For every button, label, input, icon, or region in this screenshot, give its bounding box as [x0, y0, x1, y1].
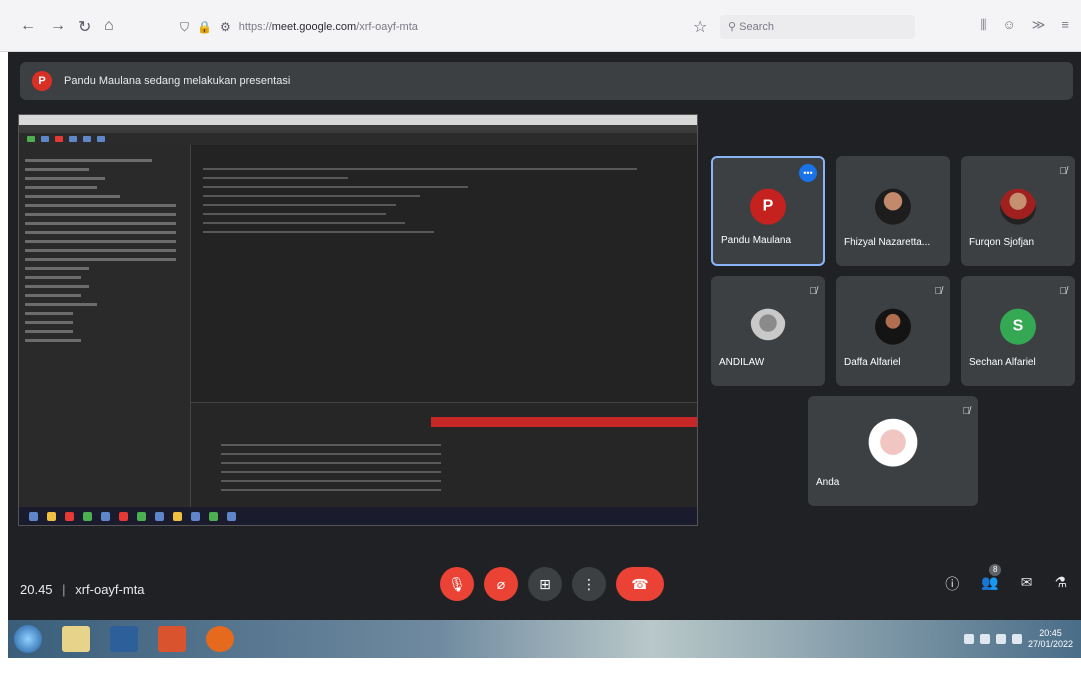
participant-name: Daffa Alfariel [844, 357, 901, 368]
taskbar-clock[interactable]: 20:45 27/01/2022 [1028, 628, 1073, 650]
meeting-info-icon[interactable]: ⓘ [945, 574, 959, 594]
search-input[interactable]: ⚲ Search [720, 15, 915, 39]
participant-tile-andilaw[interactable]: 🎙̸ ANDILAW [711, 276, 825, 386]
call-controls: 🎙 ⌀ ⊞ ⋮ ☎ [440, 567, 664, 601]
menu-icon[interactable]: ≡ [1061, 17, 1069, 33]
people-button[interactable]: 8 👥 [981, 564, 1002, 594]
ide-toolbar [19, 133, 697, 145]
url-text: https://meet.google.com/xrf-oayf-mta [238, 21, 418, 33]
more-vert-icon: ⋮ [582, 575, 596, 592]
reload-icon[interactable]: ↻ [78, 17, 91, 37]
avatar [750, 308, 786, 345]
chat-icon[interactable]: ✉ [1021, 574, 1033, 594]
people-count-badge: 8 [989, 564, 1002, 576]
extensions-icon[interactable]: ≫ [1032, 17, 1046, 33]
ide-project-tree [19, 145, 191, 507]
address-bar[interactable]: ⛉ 🔒 ⚙ https://meet.google.com/xrf-oayf-m… [180, 14, 675, 40]
banner-text: Pandu Maulana sedang melakukan presentas… [64, 75, 291, 87]
back-icon[interactable]: ← [20, 17, 36, 35]
permissions-icon[interactable]: ⚙ [220, 20, 231, 34]
media-player-icon[interactable] [110, 626, 138, 652]
powerpoint-icon[interactable] [158, 626, 186, 652]
present-button[interactable]: ⊞ [528, 567, 562, 601]
volume-icon[interactable] [995, 634, 1006, 644]
hangup-icon: ☎ [631, 575, 649, 592]
windows-taskbar: 20:45 27/01/2022 [8, 620, 1081, 658]
system-tray: 20:45 27/01/2022 [963, 628, 1073, 650]
participant-name: Furqon Sjofjan [969, 237, 1035, 248]
ide-title-bar [19, 115, 697, 125]
avatar [1000, 188, 1036, 225]
firefox-icon[interactable] [206, 626, 234, 652]
avatar [875, 308, 911, 345]
more-options-button[interactable]: ⋮ [572, 567, 606, 601]
file-explorer-icon[interactable] [62, 626, 90, 652]
battery-icon[interactable] [1011, 634, 1022, 644]
ide-editor [191, 145, 697, 402]
camera-toggle-button[interactable]: ⌀ [484, 567, 518, 601]
participant-name: Sechan Alfariel [969, 357, 1036, 368]
account-icon[interactable]: ☺ [1003, 17, 1016, 33]
participant-name: Fhizyal Nazaretta... [844, 237, 931, 248]
mic-off-icon: 🎙̸ [809, 286, 818, 297]
participant-tile-pandu[interactable]: ••• P Pandu Maulana [711, 156, 825, 266]
start-button[interactable] [14, 625, 42, 653]
network-icon[interactable] [979, 634, 990, 644]
ide-menu-bar [19, 125, 697, 133]
participant-name: Pandu Maulana [721, 235, 792, 246]
participant-name: ANDILAW [719, 357, 765, 368]
browser-toolbar: ← → ↻ ⌂ ⛉ 🔒 ⚙ https://meet.google.com/xr… [0, 0, 1081, 52]
meeting-details: 20.45 | xrf-oayf-mta [20, 582, 145, 597]
participant-tile-self[interactable]: 🎙̸ Anda [808, 396, 978, 506]
mic-off-icon: 🎙̸ [1059, 286, 1068, 297]
presenter-avatar: P [32, 71, 52, 91]
avatar: S [1000, 308, 1036, 345]
library-icon[interactable]: ⫼ [981, 17, 987, 33]
ide-output-panel [191, 402, 697, 507]
lock-icon: 🔒 [197, 20, 212, 34]
mic-off-icon: 🎙̸ [1059, 166, 1068, 177]
avatar: P [750, 188, 786, 225]
meeting-code: xrf-oayf-mta [75, 582, 145, 597]
participant-name: Anda [816, 477, 840, 488]
participant-tile-sechan[interactable]: 🎙̸ S Sechan Alfariel [961, 276, 1075, 386]
home-icon[interactable]: ⌂ [104, 17, 114, 35]
forward-icon[interactable]: → [50, 17, 66, 35]
mic-toggle-button[interactable]: 🎙 [440, 567, 474, 601]
activities-icon[interactable]: ⚗ [1054, 574, 1067, 594]
camera-off-icon: ⌀ [496, 575, 506, 592]
mic-off-icon: 🎙̸ [934, 286, 943, 297]
meeting-time: 20.45 [20, 582, 53, 597]
meet-window: P Pandu Maulana sedang melakukan present… [8, 52, 1081, 620]
shield-icon: ⛉ [180, 19, 190, 34]
search-icon: ⚲ [728, 21, 737, 33]
presentation-banner: P Pandu Maulana sedang melakukan present… [20, 62, 1073, 100]
participant-tile-furqon[interactable]: 🎙̸ Furqon Sjofjan [961, 156, 1075, 266]
participant-tile-daffa[interactable]: 🎙̸ Daffa Alfariel [836, 276, 950, 386]
language-icon[interactable] [963, 634, 974, 644]
mic-off-icon: 🎙 [448, 575, 466, 592]
shared-screen-taskbar [19, 507, 697, 525]
mic-off-icon: 🎙̸ [962, 406, 971, 417]
avatar [867, 418, 919, 471]
participant-tile-fhizyal[interactable]: Fhizyal Nazaretta... [836, 156, 950, 266]
shared-screen [18, 114, 698, 526]
bookmark-star-icon[interactable]: ☆ [693, 17, 707, 37]
more-options-icon[interactable]: ••• [799, 164, 817, 182]
avatar [875, 188, 911, 225]
people-icon: 👥 [981, 574, 999, 590]
leave-call-button[interactable]: ☎ [616, 567, 664, 601]
present-screen-icon: ⊞ [539, 575, 551, 592]
